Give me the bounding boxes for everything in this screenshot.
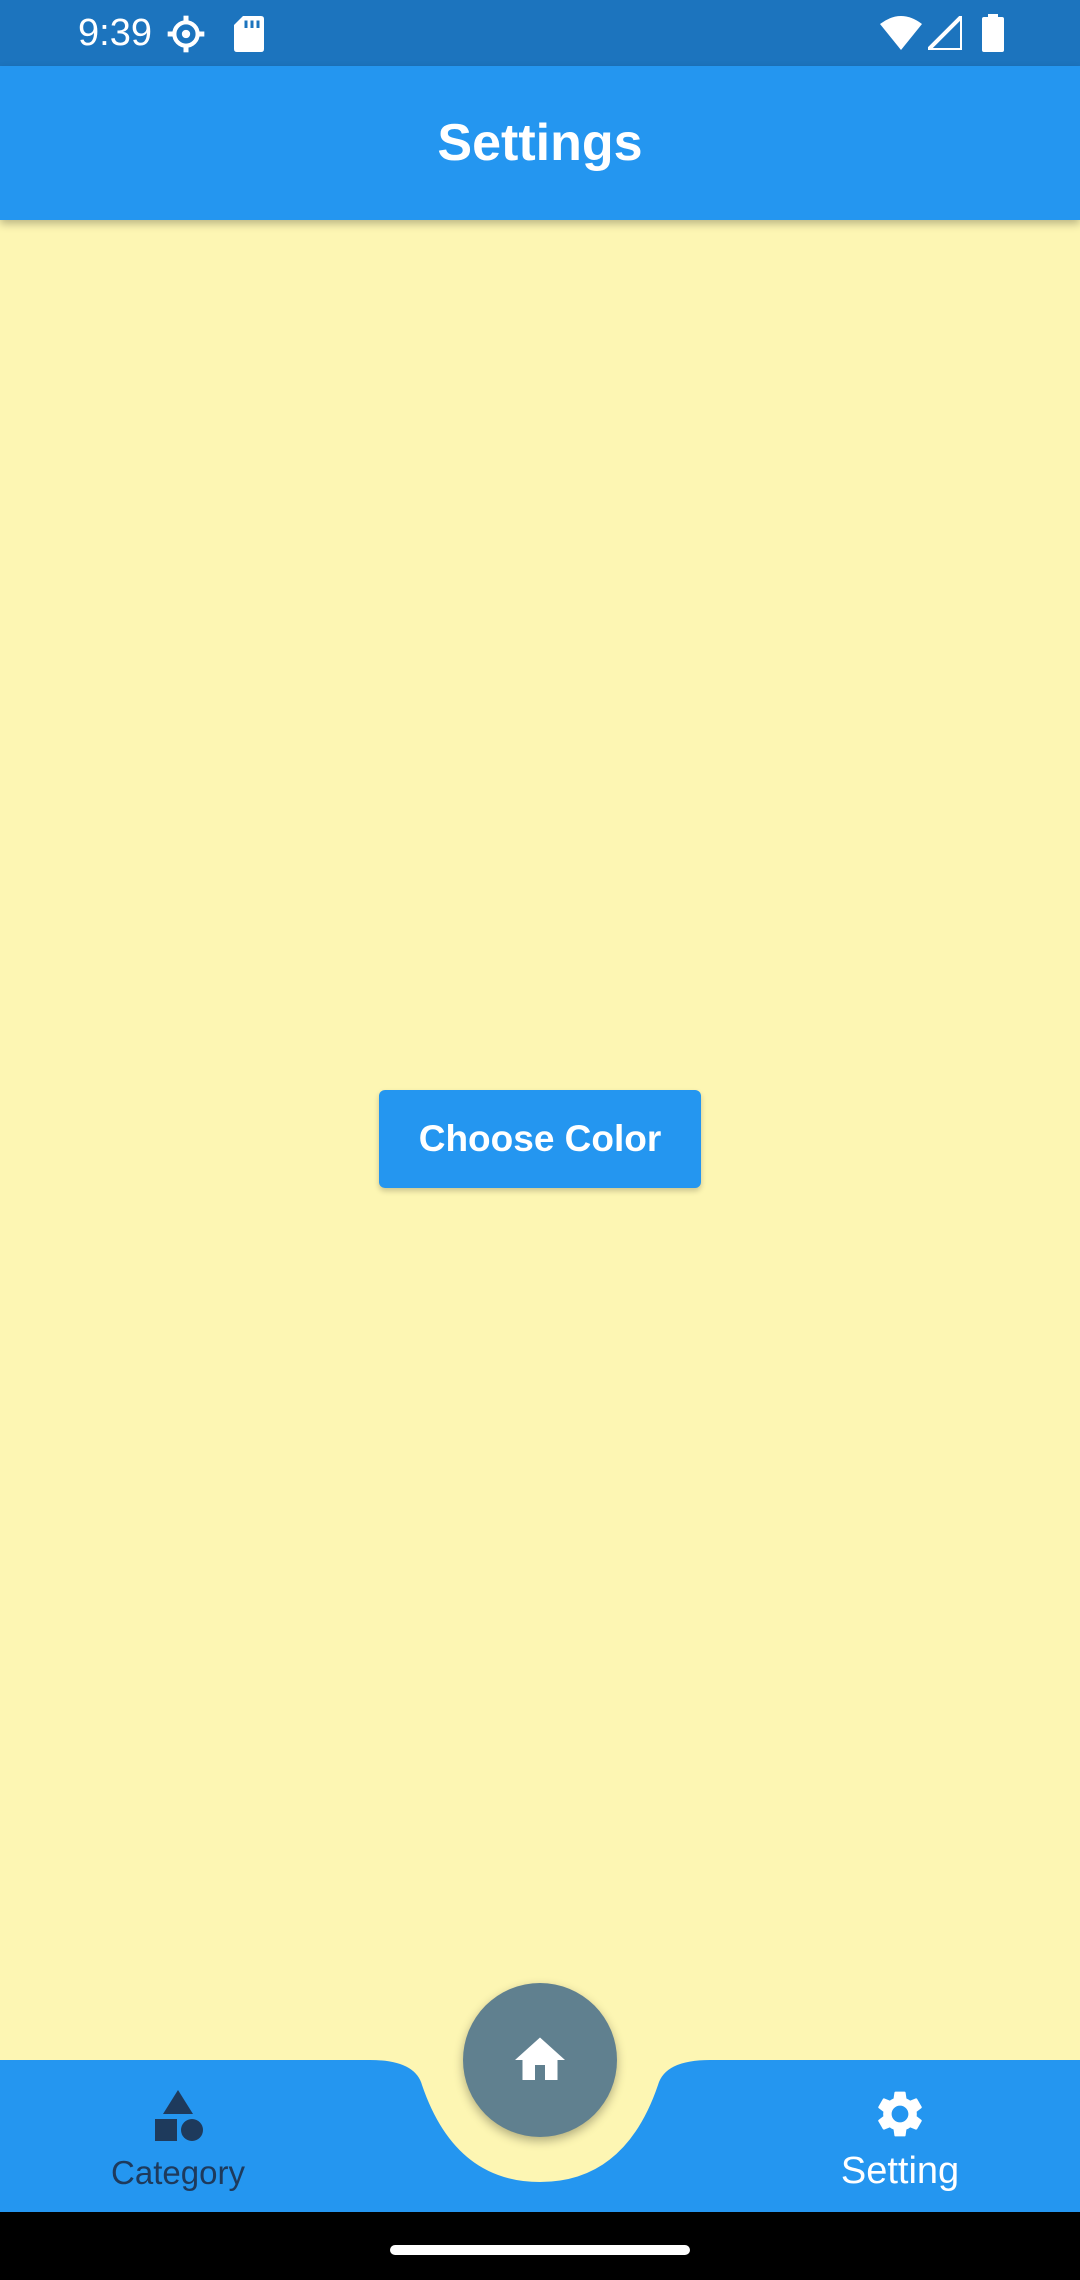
sd-card-icon [234,16,264,52]
choose-color-button[interactable]: Choose Color [379,1090,701,1188]
main-content: Choose Color [0,220,1080,2060]
home-fab-button[interactable] [463,1983,617,2137]
screen: 9:39 Settings Choose Color Category Sett… [0,0,1080,2280]
battery-icon [982,14,1004,52]
nav-item-category[interactable]: Category [28,2060,328,2212]
system-navigation-bar [0,2212,1080,2280]
gesture-handle[interactable] [390,2245,690,2255]
home-icon [515,2037,565,2080]
page-title: Settings [437,114,643,172]
settings-gear-icon [167,15,205,53]
category-shapes-icon [155,2090,203,2141]
nav-label-setting: Setting [840,2150,960,2192]
app-bar: Settings [0,66,1080,220]
cell-signal-icon [928,16,962,50]
nav-label-category: Category [111,2154,245,2191]
wifi-icon [880,16,922,50]
status-time: 9:39 [78,12,152,54]
gear-icon [878,2091,922,2137]
status-bar: 9:39 [0,0,1080,66]
nav-item-setting[interactable]: Setting [750,2060,1050,2212]
